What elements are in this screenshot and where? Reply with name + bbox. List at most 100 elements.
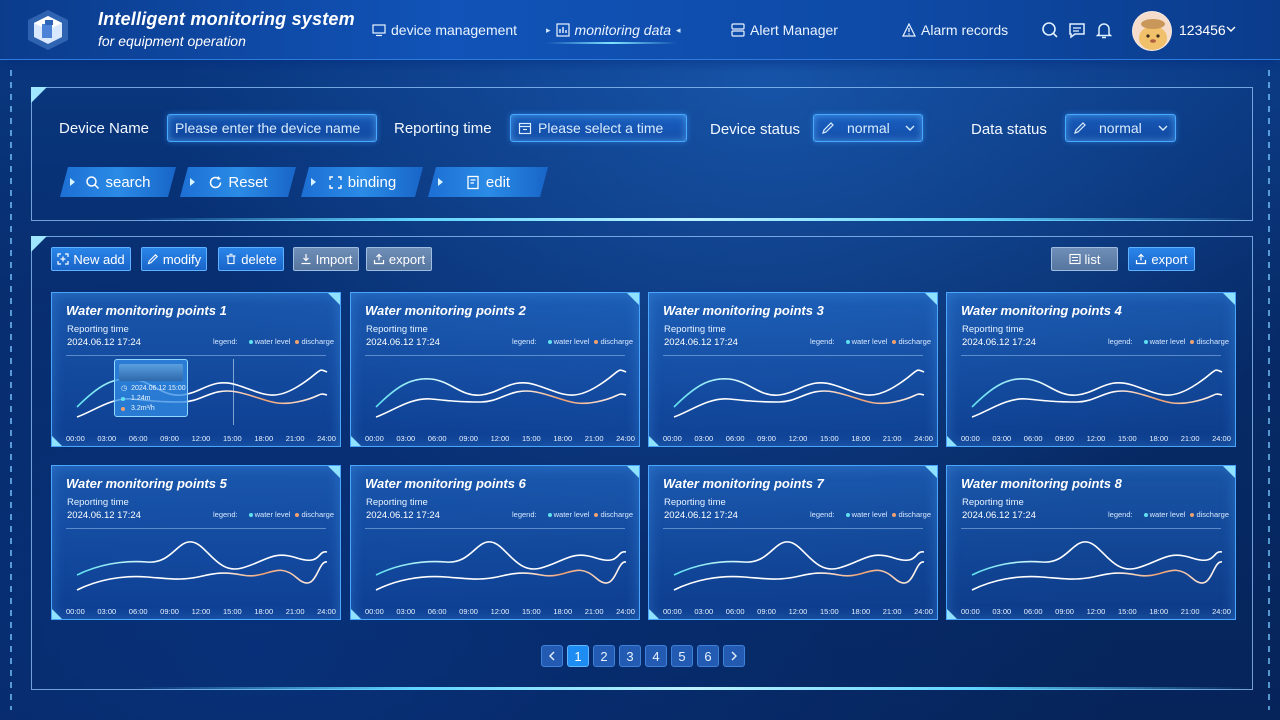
monitoring-card[interactable]: Water monitoring points 3 Reporting time… xyxy=(648,292,938,447)
export-button[interactable]: export xyxy=(366,247,432,271)
reporting-time-label: Reporting time xyxy=(366,497,428,508)
page-number-button[interactable]: 2 xyxy=(593,645,615,667)
import-label: Import xyxy=(315,251,353,267)
page-number-button[interactable]: 1 xyxy=(567,645,589,667)
card-corner xyxy=(925,466,937,478)
line-chart xyxy=(375,541,627,591)
chevron-down-icon[interactable] xyxy=(1226,24,1236,34)
monitoring-card[interactable]: Water monitoring points 1 Reporting time… xyxy=(51,292,341,447)
nav-label: device management xyxy=(391,22,518,38)
app-logo-icon xyxy=(22,6,74,54)
refresh-icon xyxy=(208,175,223,190)
export-right-button[interactable]: export xyxy=(1128,247,1195,271)
reporting-date: 2024.06.12 17:24 xyxy=(67,510,141,521)
line-chart xyxy=(971,541,1223,591)
x-tick-label: 24:00 xyxy=(1212,434,1231,443)
card-divider xyxy=(66,355,326,356)
water-level-line xyxy=(375,541,627,576)
card-title: Water monitoring points 8 xyxy=(961,476,1122,491)
reporting-time-label: Reporting time xyxy=(67,324,129,335)
monitoring-card[interactable]: Water monitoring points 5 Reporting time… xyxy=(51,465,341,620)
new-add-label: New add xyxy=(73,251,125,267)
legend-item-discharge: discharge xyxy=(594,337,633,346)
data-status-label: Data status xyxy=(971,121,1047,138)
list-view-button[interactable]: list xyxy=(1051,247,1118,271)
discharge-line xyxy=(971,390,1223,418)
legend-label: legend: xyxy=(1108,510,1133,519)
x-tick-label: 12:00 xyxy=(788,607,808,616)
tooltip-time: 2024.06.12 15:00 xyxy=(131,384,186,392)
data-status-select[interactable]: normal xyxy=(1065,114,1176,142)
legend-item-water-level: water level xyxy=(1143,510,1185,519)
monitoring-card[interactable]: Water monitoring points 4 Reporting time… xyxy=(946,292,1236,447)
legend-item-water-level: water level xyxy=(845,337,887,346)
card-title: Water monitoring points 4 xyxy=(961,303,1122,318)
clock-icon: ◷ xyxy=(121,385,128,392)
card-title: Water monitoring points 2 xyxy=(365,303,526,318)
legend-item-water-level: water level xyxy=(845,510,888,519)
x-tick-label: 18:00 xyxy=(851,607,871,616)
card-title: Water monitoring points 3 xyxy=(663,303,824,318)
binding-button[interactable]: binding xyxy=(301,167,423,197)
nav-alarm-records[interactable]: Alarm records xyxy=(902,18,1008,42)
export-icon xyxy=(373,253,385,265)
legend-label: legend: xyxy=(512,337,537,346)
x-tick-label: 24:00 xyxy=(914,607,933,616)
reset-button[interactable]: Reset xyxy=(180,167,296,197)
pagination-prev-button[interactable] xyxy=(541,645,563,667)
page-number-button[interactable]: 6 xyxy=(697,645,719,667)
monitoring-card[interactable]: Water monitoring points 7 Reporting time… xyxy=(648,465,938,620)
pagination-next-button[interactable] xyxy=(723,645,745,667)
discharge-line xyxy=(971,561,1223,591)
nav-alert-manager[interactable]: Alert Manager xyxy=(731,18,838,42)
x-tick-label: 15:00 xyxy=(521,607,541,616)
discharge-line xyxy=(673,561,925,591)
line-chart xyxy=(76,541,328,591)
import-button[interactable]: Import xyxy=(293,247,359,271)
app-title-line1: Intelligent monitoring system xyxy=(98,9,355,29)
monitoring-card[interactable]: Water monitoring points 2 Reporting time… xyxy=(350,292,640,447)
list-icon xyxy=(1068,253,1081,265)
search-icon[interactable] xyxy=(1040,20,1060,40)
nav-active-underline xyxy=(546,42,677,44)
line-chart xyxy=(375,369,627,418)
legend-text: water level xyxy=(851,510,888,519)
new-add-button[interactable]: New add xyxy=(51,247,131,271)
search-icon xyxy=(85,175,100,190)
device-name-input[interactable]: Please enter the device name xyxy=(167,114,377,142)
message-icon[interactable] xyxy=(1067,20,1087,40)
x-tick-label: 00:00 xyxy=(663,607,682,616)
x-tick-label: 18:00 xyxy=(254,607,274,616)
delete-button[interactable]: delete xyxy=(218,247,284,271)
binding-button-label: binding xyxy=(347,173,397,191)
x-tick-label: 18:00 xyxy=(851,434,871,443)
nav-monitoring-data[interactable]: ▸ monitoring data ◂ xyxy=(546,18,681,42)
avatar[interactable] xyxy=(1132,11,1172,51)
x-tick-label: 03:00 xyxy=(396,607,416,616)
page-number-button[interactable]: 4 xyxy=(645,645,667,667)
x-tick-label: 03:00 xyxy=(992,607,1012,616)
chevron-right-icon xyxy=(731,651,737,661)
reporting-date: 2024.06.12 17:24 xyxy=(67,337,141,348)
x-axis: 00:00 03:00 06:00 09:00 12:00 15:00 18:00 21:00… xyxy=(663,434,933,443)
x-tick-label: 15:00 xyxy=(222,607,242,616)
monitoring-card[interactable]: Water monitoring points 6 Reporting time… xyxy=(350,465,640,620)
device-status-select[interactable]: normal xyxy=(813,114,923,142)
reporting-time-picker[interactable]: Please select a time xyxy=(510,114,687,142)
x-tick-label: 09:00 xyxy=(1055,607,1074,616)
search-button[interactable]: search xyxy=(60,167,176,197)
page-number-button[interactable]: 3 xyxy=(619,645,641,667)
edit-button[interactable]: edit xyxy=(428,167,548,197)
page-number-button[interactable]: 5 xyxy=(671,645,693,667)
x-axis: 00:00 03:00 06:00 09:00 12:00 15:00 18:00 21:00… xyxy=(961,434,1231,443)
line-chart xyxy=(673,369,925,418)
water-level-line xyxy=(673,541,925,576)
monitoring-card[interactable]: Water monitoring points 8 Reporting time… xyxy=(946,465,1236,620)
data-panel-corner xyxy=(31,236,47,252)
bell-icon[interactable] xyxy=(1094,20,1114,40)
nav-device-management[interactable]: device management xyxy=(372,18,517,42)
username[interactable]: 123456 xyxy=(1179,22,1226,38)
modify-button[interactable]: modify xyxy=(141,247,207,271)
x-tick-label: 24:00 xyxy=(616,434,635,443)
x-tick-label: 06:00 xyxy=(1023,434,1043,443)
